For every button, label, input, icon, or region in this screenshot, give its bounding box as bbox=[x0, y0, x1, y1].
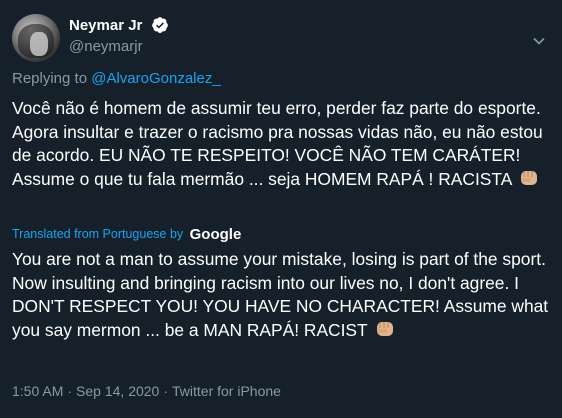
tweet-date[interactable]: Sep 14, 2020 bbox=[76, 383, 159, 399]
meta-separator: · bbox=[67, 383, 73, 399]
raised-fist-emoji bbox=[521, 170, 538, 185]
verified-badge-icon bbox=[151, 17, 168, 33]
tweet-text: Você não é homem de assumir teu erro, pe… bbox=[12, 97, 552, 191]
author-block[interactable]: Neymar Jr @neymarjr bbox=[69, 16, 169, 55]
tweet-metadata: 1:50 AM · Sep 14, 2020 · Twitter for iPhone bbox=[12, 383, 281, 399]
avatar[interactable] bbox=[12, 14, 60, 62]
tweet-time[interactable]: 1:50 AM bbox=[12, 383, 63, 399]
translation-attribution: Translated from Portuguese by Google bbox=[12, 226, 241, 243]
replying-prefix: Replying to bbox=[12, 70, 88, 87]
translated-text: You are not a man to assume your mistake… bbox=[12, 248, 552, 342]
raised-fist-emoji bbox=[377, 321, 394, 336]
chevron-down-icon[interactable] bbox=[532, 34, 546, 48]
reply-mention-link[interactable]: @AlvaroGonzalez_ bbox=[91, 70, 220, 87]
tweet: Neymar Jr @neymarjr Replying to @AlvaroG… bbox=[0, 0, 562, 418]
meta-separator: · bbox=[163, 383, 169, 399]
display-name[interactable]: Neymar Jr bbox=[69, 17, 142, 34]
translated-text-content: You are not a man to assume your mistake… bbox=[12, 249, 549, 340]
tweet-header: Neymar Jr @neymarjr bbox=[12, 14, 552, 64]
replying-to: Replying to @AlvaroGonzalez_ bbox=[12, 70, 221, 87]
translation-label: Translated from Portuguese by bbox=[12, 227, 184, 241]
tweet-source[interactable]: Twitter for iPhone bbox=[172, 383, 281, 399]
google-logo: Google bbox=[189, 226, 242, 243]
handle[interactable]: @neymarjr bbox=[69, 38, 169, 55]
tweet-text-content: Você não é homem de assumir teu erro, pe… bbox=[12, 98, 543, 189]
